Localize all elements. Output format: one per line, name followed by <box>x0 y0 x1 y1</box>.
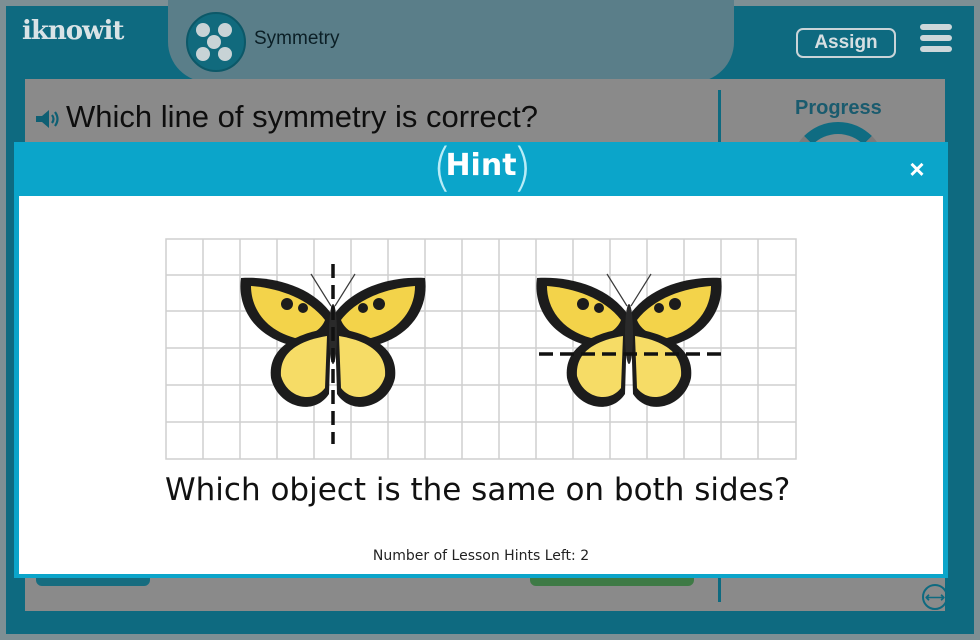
speaker-icon[interactable] <box>34 108 62 130</box>
progress-label: Progress <box>795 97 882 119</box>
topic-icon <box>186 12 246 72</box>
resize-icon[interactable]: ⟷ <box>922 584 948 610</box>
hint-modal-body: Which object is the same on both sides? … <box>19 196 943 574</box>
hint-modal-header: ( Hint ) × <box>14 138 948 198</box>
bracket-decoration: ) <box>512 138 533 198</box>
assign-button[interactable]: Assign <box>796 28 896 58</box>
menu-icon[interactable] <box>920 24 952 54</box>
logo[interactable]: iknowit <box>22 16 124 46</box>
hint-figure <box>165 238 797 460</box>
topic-banner <box>168 0 734 82</box>
hint-title: Hint <box>445 148 517 183</box>
close-icon[interactable]: × <box>904 156 930 182</box>
hint-modal: ( Hint ) × Which object is the same on b… <box>14 138 948 578</box>
topic-title: Symmetry <box>254 28 340 49</box>
question-text: Which line of symmetry is correct? <box>66 99 538 134</box>
hint-text: Which object is the same on both sides? <box>165 472 791 508</box>
hints-left-counter: Number of Lesson Hints Left: 2 <box>372 548 590 564</box>
